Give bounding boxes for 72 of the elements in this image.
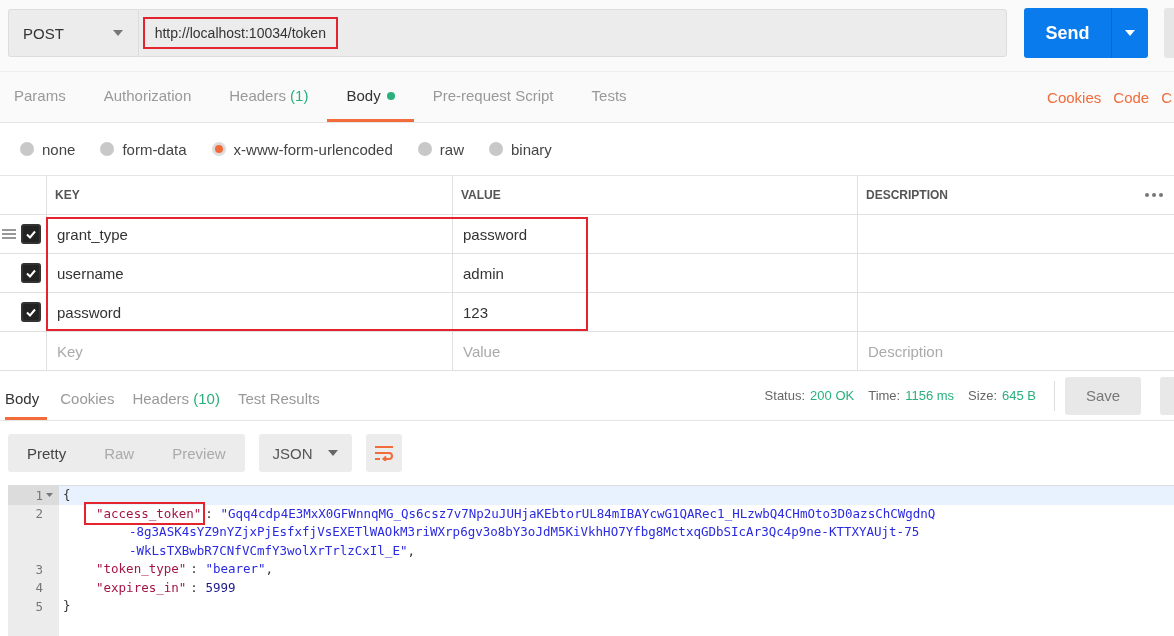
method-dropdown[interactable]: POST [8,9,138,57]
json-punctuation: , [407,542,415,558]
body-mode-radio[interactable]: x-www-form-urlencoded [211,140,393,158]
table-cell[interactable]: admin [452,254,857,292]
wrap-icon [373,445,394,461]
fold-icon[interactable] [46,493,53,498]
status-label: Time: [868,388,901,403]
drag-handle-icon[interactable] [2,229,16,239]
column-header: KEY [46,176,452,214]
request-tab[interactable]: Authorization [84,72,211,122]
checkbox[interactable] [21,224,41,244]
json-punctuation: : [205,505,214,521]
status-value: 200 OK [810,388,855,403]
body-mode-radio[interactable]: none [20,140,76,158]
line-number: 3 [35,561,43,577]
status-value: 645 B [1002,388,1036,403]
caret-icon [327,450,338,456]
json-punctuation: : [190,561,199,576]
json-string: -WkLsTXBwbR7CNfVCmfY3wolXrTrlzCxIl_E" [129,542,408,558]
response-tab[interactable]: Body [5,380,48,420]
column-header: DESCRIPTION [857,176,1134,214]
json-string: "bearer" [205,561,266,576]
json-key: "access_token" [84,501,206,525]
line-number: 4 [35,580,43,596]
send-button[interactable]: Send [1024,8,1112,58]
json-number: 5999 [205,579,236,595]
header-link[interactable]: Cookies [1047,88,1102,106]
table-cell[interactable]: 123 [452,293,857,331]
caret-icon [112,30,123,36]
description-input[interactable]: Description [857,332,1134,370]
header-link[interactable]: C [1161,88,1172,106]
url-field[interactable]: http://localhost:10034/token [137,9,1008,57]
column-header: VALUE [452,176,857,214]
response-tab[interactable]: Cookies [51,380,124,420]
table-cell[interactable]: grant_type [46,215,452,253]
checkbox[interactable] [21,302,41,322]
more-icon[interactable] [1145,193,1163,197]
table-cell[interactable]: username [46,254,452,292]
request-tab[interactable]: Params [14,72,85,122]
value-input[interactable]: Value [452,332,857,370]
json-punctuation: { [63,487,71,502]
response-tab[interactable]: Test Results [228,380,329,420]
json-punctuation: } [63,598,71,613]
body-mode-radio[interactable]: binary [488,140,552,158]
wrap-lines-button[interactable] [365,434,402,472]
line-number: 2 [35,506,43,522]
request-tab[interactable]: Headers (1) [210,72,328,122]
table-cell[interactable]: password [452,215,857,253]
table-cell[interactable]: password [46,293,452,331]
caret-icon [1125,30,1136,36]
json-punctuation: , [265,561,274,576]
json-string: "Gqq4cdp4E3MxX0GFWnnqMG_Qs6csz7v7Np2uJUHjaKEbtorUL84mIBAYcwG1QARec1_HLzwbQ4CHmOto3D0azsChCWgdnQ [220,505,936,521]
status-value: 1156 ms [905,388,955,403]
request-tab[interactable]: Tests [572,72,646,122]
header-link[interactable]: Code [1113,88,1150,106]
line-number: 5 [35,598,43,614]
response-tab[interactable]: Headers (10) [123,380,229,420]
request-tab[interactable]: Pre-request Script [413,72,573,122]
status-label: Size: [968,388,997,403]
send-options-button[interactable] [1111,8,1149,58]
format-dropdown[interactable]: JSON [258,434,352,472]
status-label: Status: [764,388,806,403]
key-input[interactable]: Key [46,332,452,370]
line-number: 1 [35,487,43,503]
body-mode-radio[interactable]: raw [417,140,464,158]
save-button[interactable]: Save [1065,376,1141,415]
view-mode-button[interactable]: Pretty [8,434,86,472]
json-string: -8g3ASK4sYZ9nYZjxPjEsfxfjVsEXETlWAOkM3riWXrp6gv3o8bY3oJdM5KiVkhHO7Yfbg8MctxqGDbSIcAr3Qc4p9ne-KTTXYAUjt-75 [129,524,920,539]
checkbox[interactable] [21,263,41,283]
body-mode-radio[interactable]: form-data [100,140,187,158]
json-punctuation: : [190,579,199,595]
request-tab[interactable]: Body [327,72,414,122]
